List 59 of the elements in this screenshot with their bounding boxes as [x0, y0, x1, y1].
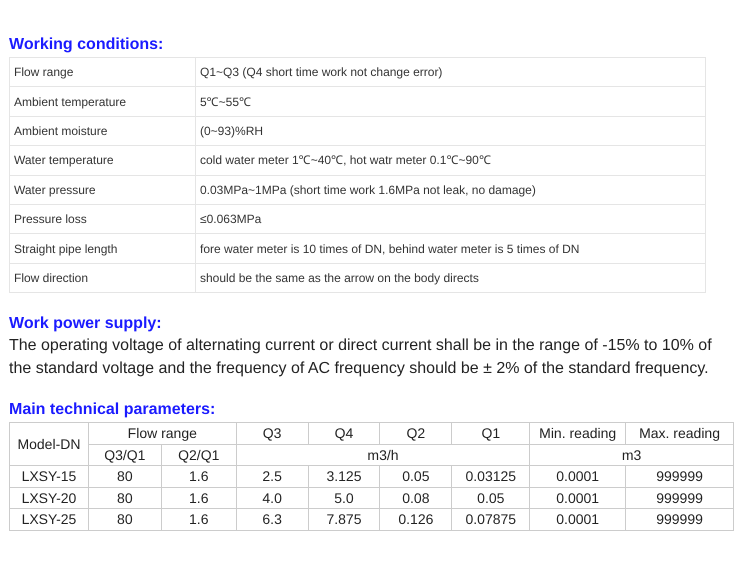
table-cell: 1.6 — [161, 466, 236, 488]
table-cell: 0.07875 — [452, 508, 530, 530]
table-cell: 999999 — [626, 487, 734, 509]
table-cell: m3/h — [236, 444, 530, 466]
table-cell: 4.0 — [236, 487, 308, 509]
table-cell: Flow direction — [10, 263, 196, 293]
section-heading: Work power supply: — [9, 314, 162, 334]
table-cell: 0.03MPa~1MPa (short time work 1.6MPa not leak, no damage) — [196, 175, 706, 204]
table-cell: 0.03125 — [452, 466, 530, 488]
table-cell: 0.0001 — [530, 466, 626, 488]
table-cell: Ambient moisture — [10, 116, 196, 146]
table-cell: Q1 — [452, 422, 530, 444]
table-cell: Q3/Q1 — [88, 444, 162, 466]
table-cell: Water temperature — [10, 146, 196, 176]
table-cell: cold water meter 1℃~40℃, hot watr meter 0.1℃~90℃ — [196, 146, 706, 176]
table-cell: 7.875 — [308, 508, 380, 530]
table-cell: 0.08 — [380, 487, 452, 509]
table-cell: m3 — [530, 444, 734, 466]
table-cell: Min. reading — [530, 422, 626, 444]
table-cell: Q2/Q1 — [161, 444, 236, 466]
table-cell: 80 — [88, 508, 162, 530]
table-cell: 1.6 — [161, 508, 236, 530]
table-cell: 0.0001 — [530, 508, 626, 530]
table-cell: 5℃~55℃ — [196, 86, 706, 116]
paragraph: The operating voltage of alternating current or direct current shall be in the range of -15% to 10% of the standard voltage and the frequency of AC frequency should be ± 2% of the standard frequency. — [9, 336, 713, 380]
table-cell: 0.126 — [380, 508, 452, 530]
table-cell: Ambient temperature — [10, 86, 196, 116]
table-cell: 80 — [88, 487, 162, 509]
table-cell: Pressure loss — [10, 204, 196, 234]
table-cell: Q2 — [380, 422, 452, 444]
table-cell: 1.6 — [161, 487, 236, 509]
table-cell: Straight pipe length — [10, 234, 196, 264]
table-cell: fore water meter is 10 times of DN, behind water meter is 5 times of DN — [196, 234, 706, 264]
table-cell: 999999 — [626, 508, 734, 530]
table-cell: Flow range — [10, 58, 196, 87]
section-heading: Working conditions: — [9, 35, 164, 55]
table-cell: Water pressure — [10, 175, 196, 204]
table-cell: 999999 — [626, 466, 734, 488]
table-cell: 0.0001 — [530, 487, 626, 509]
section-heading: Main technical parameters: — [9, 400, 216, 420]
table-cell: Q1~Q3 (Q4 short time work not change error) — [196, 58, 706, 87]
table-cell: LXSY-20 — [10, 487, 88, 509]
table-cell: Max. reading — [626, 422, 734, 444]
table-cell: Q4 — [308, 422, 380, 444]
table-cell: Flow range — [88, 422, 236, 444]
table-cell: 6.3 — [236, 508, 308, 530]
table-cell: 80 — [88, 466, 162, 488]
table-cell: LXSY-25 — [10, 508, 88, 530]
table-cell: ≤0.063MPa — [196, 204, 706, 234]
table-cell: 0.05 — [452, 487, 530, 509]
table-cell: Q3 — [236, 422, 308, 444]
table-cell: should be the same as the arrow on the body directs — [196, 263, 706, 293]
table-cell: (0~93)%RH — [196, 116, 706, 146]
table-cell: LXSY-15 — [10, 466, 88, 488]
table-cell: 3.125 — [308, 466, 380, 488]
table-cell: 5.0 — [308, 487, 380, 509]
table-cell: Model-DN — [10, 422, 88, 466]
table-cell: 2.5 — [236, 466, 308, 488]
table-cell: 0.05 — [380, 466, 452, 488]
